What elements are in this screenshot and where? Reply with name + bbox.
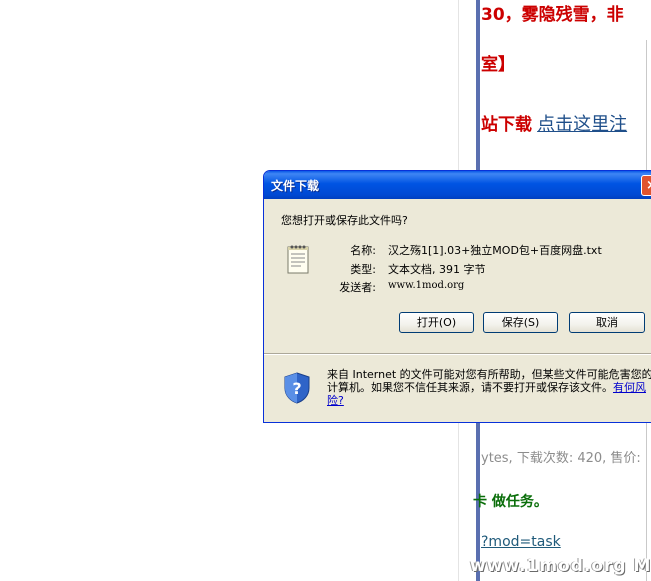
- close-button[interactable]: ×: [641, 175, 651, 196]
- file-sender: www.1mod.org: [388, 280, 465, 291]
- dialog-divider-highlight: [264, 354, 651, 355]
- dialog-titlebar[interactable]: 文件下载 ×: [264, 171, 651, 199]
- warning-text: 来自 Internet 的文件可能对您有所帮助，但某些文件可能危害您的计算机。如…: [327, 368, 651, 394]
- security-warning: 来自 Internet 的文件可能对您有所帮助，但某些文件可能危害您的计算机。如…: [327, 368, 651, 407]
- open-button[interactable]: 打开(O): [399, 312, 474, 333]
- file-name: 汉之殇1[1].03+独立MOD包+百度网盘.txt: [388, 244, 602, 257]
- file-download-dialog: 文件下载 × 您想打开或保存此文件吗? 名称: 汉之殇1[1].03+独立MOD…: [263, 170, 651, 423]
- download-row: 站下载 点击这里注: [481, 110, 627, 136]
- download-stats: ytes, 下载次数: 420, 售价:: [481, 451, 641, 466]
- task-text: 卡 做任务。: [473, 494, 548, 510]
- type-label: 类型:: [350, 263, 376, 276]
- download-link[interactable]: 点击这里注: [537, 114, 627, 135]
- task-link[interactable]: ?mod=task: [481, 534, 561, 550]
- name-label: 名称:: [350, 244, 376, 257]
- file-type: 文本文档, 391 字节: [388, 263, 486, 276]
- page-text-line: 30，雾隐残雪，非: [481, 5, 624, 25]
- cancel-button[interactable]: 取消: [569, 312, 645, 333]
- dialog-title: 文件下载: [271, 179, 320, 193]
- site-watermark: www.1mod.org MOD: [470, 556, 651, 576]
- save-button[interactable]: 保存(S): [483, 312, 558, 333]
- download-label: 站下载: [481, 115, 532, 135]
- svg-text:?: ?: [292, 379, 301, 398]
- sender-label: 发送者:: [339, 281, 376, 294]
- text-file-icon: [287, 244, 309, 278]
- shield-help-icon: ?: [283, 372, 311, 408]
- close-icon: ×: [646, 178, 651, 193]
- dialog-prompt: 您想打开或保存此文件吗?: [281, 214, 408, 227]
- page-text-line: 室】: [481, 55, 515, 75]
